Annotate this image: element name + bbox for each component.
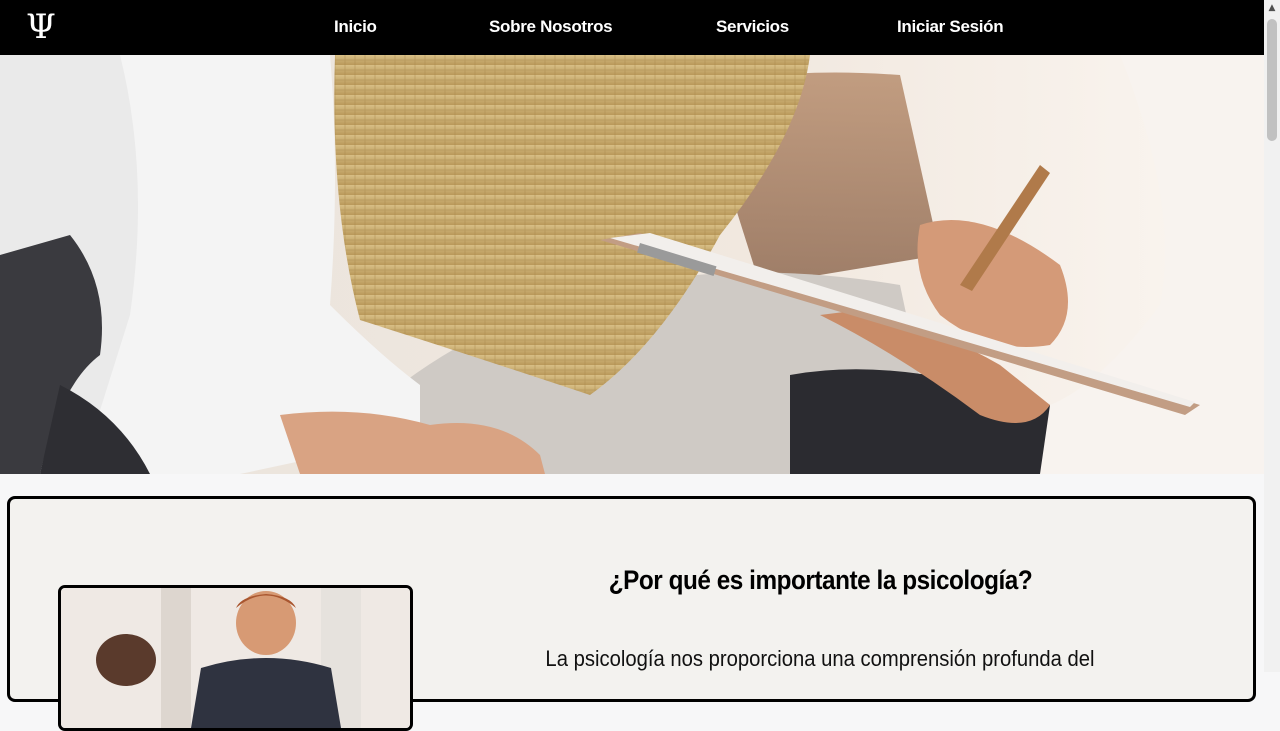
navbar: Ψ Inicio Sobre Nosotros Servicios Inicia… xyxy=(0,0,1264,55)
section-body-text: La psicología nos proporciona una compre… xyxy=(545,646,1095,671)
nav-link-inicio[interactable]: Inicio xyxy=(334,16,377,38)
psi-logo-icon[interactable]: Ψ xyxy=(26,7,56,47)
scroll-up-arrow-icon[interactable]: ▲ xyxy=(1264,0,1280,17)
nav-link-iniciar-sesion[interactable]: Iniciar Sesión xyxy=(897,16,1004,38)
nav-link-sobre-nosotros[interactable]: Sobre Nosotros xyxy=(489,16,613,38)
hero-illustration xyxy=(0,55,1264,474)
nav-link-servicios[interactable]: Servicios xyxy=(716,16,789,38)
therapy-session-illustration xyxy=(61,588,410,728)
psychology-info-card: ¿Por qué es importante la psicología? La… xyxy=(7,496,1256,731)
vertical-scrollbar[interactable]: ▲ xyxy=(1264,0,1280,672)
scrollbar-thumb[interactable] xyxy=(1267,19,1277,141)
therapy-session-image xyxy=(58,585,413,731)
hero-image xyxy=(0,55,1264,474)
section-title: ¿Por qué es importante la psicología? xyxy=(608,565,1033,595)
